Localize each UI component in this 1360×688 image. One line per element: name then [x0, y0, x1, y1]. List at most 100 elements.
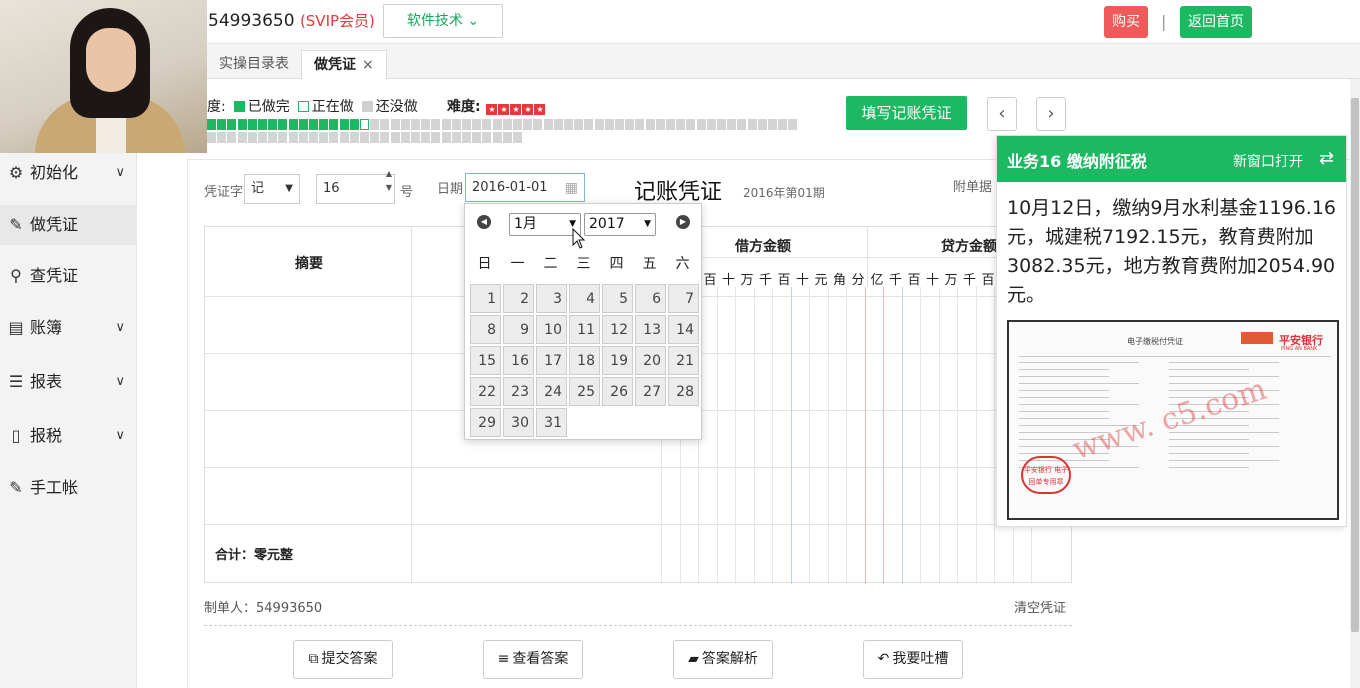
- summary-cell[interactable]: [205, 468, 411, 524]
- progress-cell[interactable]: [360, 119, 369, 130]
- buy-button[interactable]: 购买: [1104, 6, 1148, 38]
- voucher-number-input[interactable]: 16 ▲ ▼: [316, 169, 395, 204]
- progress-cell[interactable]: [319, 132, 329, 143]
- year-select[interactable]: 2017 ▼: [584, 213, 656, 236]
- progress-cell[interactable]: [462, 132, 471, 143]
- progress-cell[interactable]: [676, 119, 686, 130]
- progress-cell[interactable]: [564, 119, 573, 130]
- progress-cell[interactable]: [584, 119, 594, 130]
- open-new-window-link[interactable]: 新窗口打开: [1233, 151, 1303, 171]
- progress-cell[interactable]: [666, 119, 675, 130]
- receipt-image[interactable]: 电子缴税付凭证 平安银行 PING AN BANK 平安银行 电子回单专用章 w…: [1007, 320, 1339, 520]
- calendar-day[interactable]: 26: [602, 377, 633, 406]
- calendar-day[interactable]: 25: [569, 377, 600, 406]
- progress-cell[interactable]: [421, 119, 431, 130]
- progress-cell[interactable]: [411, 132, 420, 143]
- progress-cell[interactable]: [574, 119, 584, 130]
- sidebar-item-6[interactable]: ✎ 手工帐: [0, 468, 137, 508]
- calendar-day[interactable]: 18: [569, 346, 600, 375]
- progress-cell[interactable]: [421, 132, 431, 143]
- calendar-day[interactable]: 28: [668, 377, 699, 406]
- progress-cell[interactable]: [513, 132, 522, 143]
- calendar-day[interactable]: 4: [569, 284, 600, 313]
- progress-cell[interactable]: [278, 132, 288, 143]
- calendar-day[interactable]: 1: [470, 284, 501, 313]
- calendar-day[interactable]: 6: [635, 284, 666, 313]
- summary-cell[interactable]: [205, 411, 411, 467]
- progress-cell[interactable]: [635, 119, 645, 130]
- progress-cell[interactable]: [258, 119, 267, 130]
- answer-button-1[interactable]: ≡ 查看答案: [483, 640, 583, 679]
- progress-cell[interactable]: [523, 119, 533, 130]
- sidebar-item-4[interactable]: ☰ 报表 ∨: [0, 362, 137, 402]
- progress-cell[interactable]: [768, 119, 777, 130]
- progress-cell[interactable]: [441, 132, 451, 143]
- calendar-day[interactable]: 31: [536, 408, 567, 437]
- progress-cell[interactable]: [247, 119, 257, 130]
- progress-cell[interactable]: [217, 132, 227, 143]
- progress-cell[interactable]: [319, 119, 329, 130]
- calendar-day[interactable]: 29: [470, 408, 501, 437]
- progress-cell[interactable]: [543, 119, 553, 130]
- progress-cell[interactable]: [237, 119, 247, 130]
- progress-cell[interactable]: [757, 119, 767, 130]
- calendar-day[interactable]: 10: [536, 315, 567, 344]
- calendar-day[interactable]: 13: [635, 315, 666, 344]
- stepper-down-icon[interactable]: ▼: [386, 181, 392, 195]
- tab-catalog[interactable]: 实操目录表: [207, 50, 301, 79]
- progress-cell[interactable]: [706, 119, 716, 130]
- next-button[interactable]: ›: [1036, 97, 1066, 131]
- calendar-day[interactable]: 21: [668, 346, 699, 375]
- progress-cell[interactable]: [472, 132, 482, 143]
- next-month-icon[interactable]: ▶: [676, 215, 690, 229]
- progress-cell[interactable]: [655, 119, 665, 130]
- progress-cell[interactable]: [360, 132, 369, 143]
- progress-cell[interactable]: [451, 119, 461, 130]
- calendar-day[interactable]: 30: [503, 408, 534, 437]
- answer-button-3[interactable]: ↶ 我要吐槽: [863, 640, 963, 679]
- swap-icon[interactable]: ⇄: [1319, 148, 1334, 169]
- progress-cell[interactable]: [309, 132, 318, 143]
- progress-cell[interactable]: [400, 119, 410, 130]
- progress-cell[interactable]: [390, 119, 400, 130]
- progress-cell[interactable]: [288, 132, 298, 143]
- progress-cell[interactable]: [604, 119, 614, 130]
- progress-cell[interactable]: [349, 119, 359, 130]
- progress-cell[interactable]: [737, 119, 747, 130]
- scrollbar-thumb[interactable]: [1351, 98, 1359, 632]
- progress-cell[interactable]: [329, 119, 339, 130]
- progress-cell[interactable]: [615, 119, 624, 130]
- fill-voucher-button[interactable]: 填写记账凭证: [846, 96, 967, 130]
- calendar-day[interactable]: 20: [635, 346, 666, 375]
- progress-cell[interactable]: [217, 119, 227, 130]
- calendar-day[interactable]: 23: [503, 377, 534, 406]
- voucher-word-select[interactable]: 记 ▼: [244, 174, 300, 204]
- progress-cell[interactable]: [349, 132, 359, 143]
- clear-voucher-link[interactable]: 清空凭证: [1014, 597, 1066, 616]
- sidebar-item-0[interactable]: ⚙ 初始化 ∨: [0, 153, 137, 193]
- progress-cell[interactable]: [747, 119, 757, 130]
- progress-cell[interactable]: [288, 119, 298, 130]
- sidebar-item-1[interactable]: ✎ 做凭证: [0, 205, 137, 245]
- calendar-day[interactable]: 16: [503, 346, 534, 375]
- progress-cell[interactable]: [298, 119, 308, 130]
- calendar-day[interactable]: 7: [668, 284, 699, 313]
- software-menu[interactable]: 软件技术 ⌄: [383, 4, 503, 38]
- month-select[interactable]: 1月 ▼: [509, 213, 581, 236]
- calendar-day[interactable]: 15: [470, 346, 501, 375]
- progress-cell[interactable]: [380, 132, 390, 143]
- answer-button-2[interactable]: ▰ 答案解析: [673, 640, 773, 679]
- progress-cell[interactable]: [339, 119, 349, 130]
- progress-cell[interactable]: [268, 119, 278, 130]
- progress-cell[interactable]: [553, 119, 563, 130]
- calendar-day[interactable]: 12: [602, 315, 633, 344]
- sidebar-item-3[interactable]: ▤ 账簿 ∨: [0, 308, 137, 348]
- progress-cell[interactable]: [492, 132, 502, 143]
- progress-cell[interactable]: [278, 119, 288, 130]
- progress-cell[interactable]: [268, 132, 278, 143]
- progress-cell[interactable]: [533, 119, 543, 130]
- home-button[interactable]: 返回首页: [1180, 6, 1252, 38]
- progress-cell[interactable]: [502, 119, 512, 130]
- calendar-day[interactable]: 19: [602, 346, 633, 375]
- progress-cell[interactable]: [390, 132, 400, 143]
